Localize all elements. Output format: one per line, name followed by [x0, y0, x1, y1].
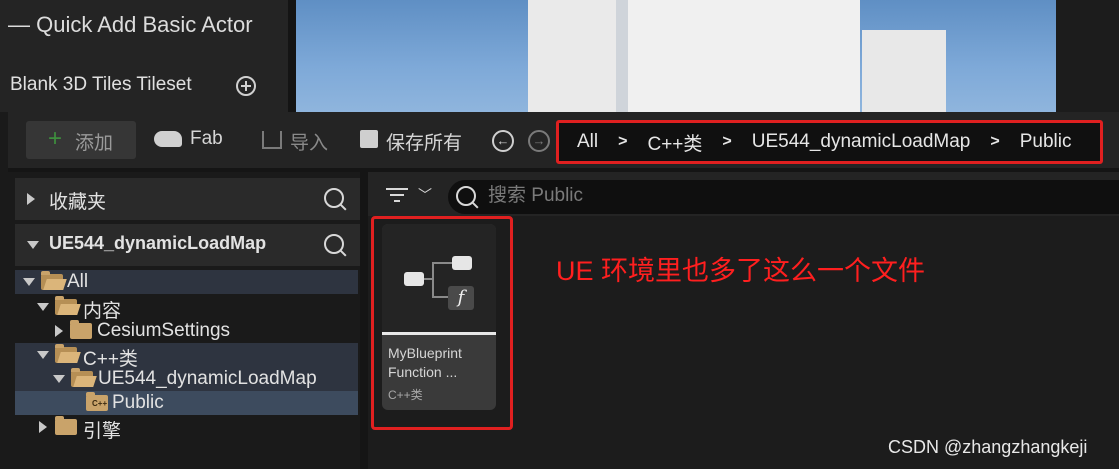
tree-item-cpp[interactable]: C++类 — [15, 343, 358, 370]
folder-open-icon — [55, 344, 77, 363]
quick-add-header[interactable]: — Quick Add Basic Actor — [8, 12, 253, 38]
tree-item-cesiumsettings[interactable]: CesiumSettings — [15, 319, 358, 343]
tree-item-engine[interactable]: 引擎 — [15, 415, 358, 442]
folder-icon — [70, 320, 92, 339]
function-icon: f — [448, 286, 474, 310]
expand-arrow-icon[interactable] — [55, 325, 63, 337]
tree-item-all[interactable]: All — [15, 270, 358, 294]
save-icon — [360, 130, 378, 148]
fab-icon — [154, 131, 182, 147]
import-button[interactable]: 导入 — [290, 128, 328, 155]
right-panel-edge — [1056, 0, 1119, 112]
filter-icon[interactable] — [386, 186, 410, 204]
search-icon[interactable] — [324, 234, 344, 254]
panel-splitter[interactable] — [288, 0, 296, 112]
annotation-text: UE 环境里也多了这么一个文件 — [556, 256, 926, 286]
asset-type: C++类 — [388, 388, 423, 402]
folder-open-icon — [71, 368, 93, 387]
expand-arrow-icon[interactable] — [27, 193, 35, 205]
chevron-down-icon[interactable]: ﹀ — [418, 185, 432, 205]
asset-name: MyBlueprint Function ... — [388, 345, 462, 380]
tree-item-label: Public — [112, 392, 164, 413]
import-icon — [262, 131, 282, 149]
chevron-right-icon[interactable]: > — [722, 133, 731, 151]
chevron-right-icon[interactable]: > — [990, 133, 999, 151]
blank-3d-tiles-item[interactable]: Blank 3D Tiles Tileset — [10, 74, 192, 96]
breadcrumb-public[interactable]: Public — [1020, 131, 1072, 153]
breadcrumb-cpp[interactable]: C++类 — [647, 129, 702, 156]
folder-open-icon — [41, 271, 63, 290]
expand-arrow-icon[interactable] — [39, 421, 47, 433]
breadcrumb: All > C++类 > UE544_dynamicLoadMap > Publ… — [556, 120, 1103, 164]
collapse-arrow-icon[interactable] — [37, 303, 49, 311]
tree-item-public[interactable]: C++ Public — [15, 391, 358, 415]
search-input[interactable] — [488, 183, 1088, 209]
collapse-arrow-icon[interactable] — [27, 241, 39, 249]
tree-item-content[interactable]: 内容 — [15, 295, 358, 322]
forward-arrow-icon[interactable]: → — [528, 130, 550, 152]
folder-open-icon — [55, 296, 77, 315]
breadcrumb-project[interactable]: UE544_dynamicLoadMap — [752, 131, 971, 153]
favorites-label: 收藏夹 — [49, 192, 107, 213]
watermark: CSDN @zhangzhangkeji — [888, 437, 1088, 457]
blueprint-function-library-icon — [382, 224, 496, 332]
add-button-label: 添加 — [75, 133, 114, 154]
project-header[interactable]: UE544_dynamicLoadMap — [15, 224, 360, 266]
collapse-arrow-icon[interactable] — [37, 351, 49, 359]
project-label: UE544_dynamicLoadMap — [49, 233, 267, 253]
add-circle-icon[interactable] — [236, 76, 256, 96]
breadcrumb-all[interactable]: All — [577, 131, 598, 153]
tree-item-label: 引擎 — [83, 421, 122, 442]
level-viewport[interactable] — [296, 0, 1056, 112]
fab-button[interactable]: Fab — [190, 128, 223, 150]
tree-item-label: All — [67, 271, 89, 292]
tree-item-project[interactable]: UE544_dynamicLoadMap — [15, 367, 358, 391]
favorites-header[interactable]: 收藏夹 — [15, 178, 360, 220]
chevron-right-icon[interactable]: > — [618, 133, 627, 151]
tree-item-label: CesiumSettings — [97, 320, 231, 341]
plus-icon: + — [48, 125, 63, 152]
asset-type-color-bar — [382, 332, 496, 335]
collapse-arrow-icon[interactable] — [53, 375, 65, 383]
cpp-folder-icon: C++ — [86, 392, 108, 411]
tree-item-label: UE544_dynamicLoadMap — [98, 368, 317, 389]
back-arrow-icon[interactable]: ← — [492, 130, 514, 152]
search-icon — [456, 186, 476, 206]
search-icon[interactable] — [324, 188, 344, 208]
folder-icon — [55, 416, 77, 435]
collapse-arrow-icon[interactable] — [23, 278, 35, 286]
save-all-button[interactable]: 保存所有 — [386, 128, 462, 155]
